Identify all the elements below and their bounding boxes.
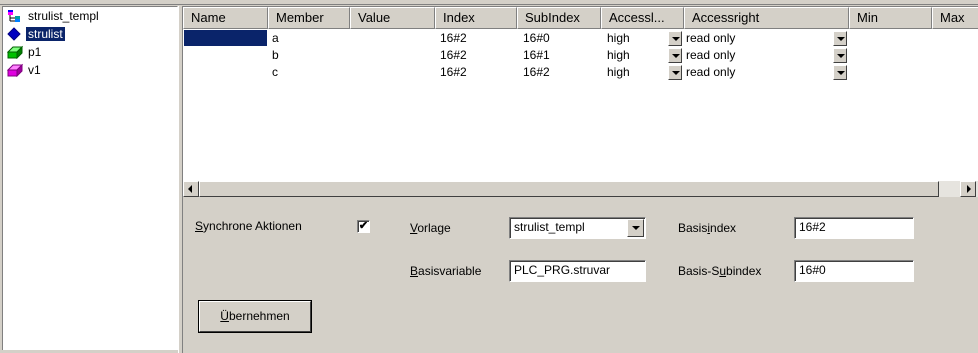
access-dropdown-button[interactable] — [668, 31, 682, 46]
template-label: Vorlage — [410, 221, 451, 235]
tree-item-label: v1 — [28, 63, 41, 77]
sync-actions-label: Synchrone Aktionen — [195, 219, 302, 233]
cell-access[interactable]: high — [607, 64, 630, 81]
green-object-icon — [6, 45, 24, 60]
cell-member[interactable]: b — [272, 47, 279, 64]
access-dropdown-button[interactable] — [668, 65, 682, 80]
scroll-right-arrow-icon[interactable] — [960, 181, 976, 197]
cell-member[interactable]: c — [272, 64, 278, 81]
column-header-accesslevel[interactable]: Accessl... — [601, 7, 684, 29]
object-tree[interactable]: strulist_templ strulist p1 v1 — [2, 6, 178, 350]
cell-subindex[interactable]: 16#0 — [523, 30, 550, 47]
cell-accessright[interactable]: read only — [686, 30, 735, 47]
cell-member[interactable]: a — [272, 30, 279, 47]
cell-index[interactable]: 16#2 — [440, 30, 467, 47]
column-header-value[interactable]: Value — [350, 7, 435, 29]
accessright-dropdown-button[interactable] — [833, 31, 847, 46]
tree-item-strulist-templ[interactable]: strulist_templ — [7, 8, 101, 24]
template-combobox[interactable]: strulist_templ — [509, 217, 646, 239]
accessright-dropdown-button[interactable] — [833, 65, 847, 80]
cell-accessright[interactable]: read only — [686, 47, 735, 64]
access-dropdown-button[interactable] — [668, 48, 682, 63]
tree-item-p1[interactable]: p1 — [6, 44, 43, 60]
top-border — [0, 0, 978, 5]
base-subindex-label: Basis-Subindex — [678, 264, 762, 278]
cell-accessright[interactable]: read only — [686, 64, 735, 81]
column-header-min[interactable]: Min — [849, 7, 932, 29]
column-header-max[interactable]: Max — [932, 7, 978, 29]
base-variable-input[interactable]: PLC_PRG.struvar — [509, 260, 646, 282]
cell-subindex[interactable]: 16#1 — [523, 47, 550, 64]
base-index-input[interactable]: 16#2 — [794, 217, 914, 239]
column-header-name[interactable]: Name — [183, 7, 268, 29]
cell-access[interactable]: high — [607, 47, 630, 64]
diamond-icon — [7, 27, 23, 41]
sync-actions-checkbox[interactable]: ✔ — [357, 220, 370, 233]
horizontal-scrollbar[interactable] — [183, 180, 978, 197]
template-combobox-value: strulist_templ — [514, 220, 585, 234]
base-subindex-input[interactable]: 16#0 — [794, 260, 914, 282]
tree-item-strulist[interactable]: strulist — [7, 26, 66, 42]
column-header-member[interactable]: Member — [268, 7, 350, 29]
column-header-index[interactable]: Index — [435, 7, 517, 29]
cell-index[interactable]: 16#2 — [440, 47, 467, 64]
members-table[interactable]: Name Member Value Index SubIndex Accessl… — [183, 6, 978, 196]
tree-item-label: p1 — [28, 45, 42, 59]
tree-item-label: strulist_templ — [28, 9, 99, 23]
cell-subindex[interactable]: 16#2 — [523, 64, 550, 81]
pink-object-icon — [6, 63, 24, 78]
scroll-left-arrow-icon[interactable] — [183, 181, 199, 197]
properties-panel: Synchrone Aktionen ✔ Vorlage strulist_te… — [183, 198, 978, 353]
base-index-label: Basisindex — [678, 221, 737, 235]
column-header-subindex[interactable]: SubIndex — [517, 7, 601, 29]
accessright-dropdown-button[interactable] — [833, 48, 847, 63]
base-variable-label: Basisvariable — [410, 264, 482, 278]
apply-button[interactable]: Übernehmen — [199, 301, 311, 332]
template-icon — [7, 9, 23, 23]
tree-item-label: strulist — [25, 26, 66, 42]
tree-item-v1[interactable]: v1 — [6, 62, 43, 78]
cell-access[interactable]: high — [607, 30, 630, 47]
selected-name-cell[interactable] — [184, 30, 267, 46]
chevron-down-icon[interactable] — [627, 219, 644, 237]
cell-index[interactable]: 16#2 — [440, 64, 467, 81]
column-header-accessright[interactable]: Accessright — [684, 7, 849, 29]
scrollbar-thumb[interactable] — [199, 181, 939, 197]
